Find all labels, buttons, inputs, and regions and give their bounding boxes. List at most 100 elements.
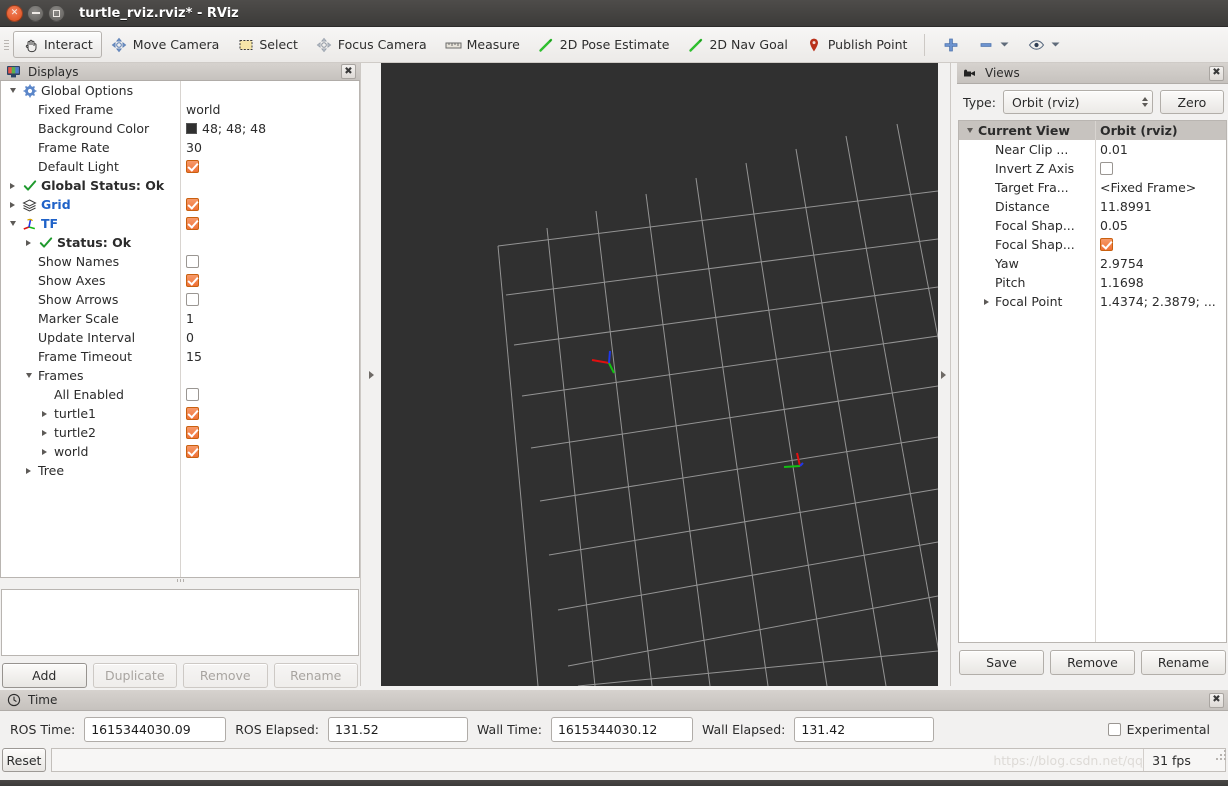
toolbar-grip[interactable]: [2, 34, 11, 56]
row-value-cell[interactable]: [180, 217, 199, 230]
row-checkbox[interactable]: [186, 388, 199, 401]
ros-elapsed-field[interactable]: 131.52: [327, 717, 468, 742]
row-checkbox[interactable]: [1100, 238, 1113, 251]
tool-visibility[interactable]: [1019, 31, 1070, 58]
tool-select[interactable]: Select: [228, 31, 307, 58]
row-value-cell[interactable]: world: [180, 102, 220, 117]
row-value-cell[interactable]: 30: [180, 140, 202, 155]
close-icon[interactable]: ✖: [1209, 692, 1224, 708]
expand-arrow-down-icon[interactable]: [23, 370, 34, 381]
tool-add-panel[interactable]: [933, 31, 968, 58]
row-value-cell[interactable]: 0.01: [1095, 142, 1128, 157]
experimental-checkbox[interactable]: [1107, 723, 1121, 736]
displays-tree-row[interactable]: turtle1: [1, 404, 359, 423]
chevron-down-icon[interactable]: [1050, 36, 1061, 53]
views-tree-row[interactable]: Distance 11.8991: [959, 197, 1226, 216]
view-type-combo[interactable]: Orbit (rviz): [1002, 90, 1153, 114]
displays-tree-row[interactable]: Global Status: Ok: [1, 176, 359, 195]
expand-arrow-right-icon[interactable]: [981, 296, 992, 307]
row-value-cell[interactable]: 0: [180, 330, 194, 345]
close-icon[interactable]: ✖: [341, 64, 356, 79]
row-value-cell[interactable]: 1.1698: [1095, 275, 1144, 290]
tool-remove-panel[interactable]: [968, 31, 1019, 58]
expand-arrow-down-icon[interactable]: [964, 125, 975, 136]
row-value-cell[interactable]: 1: [180, 311, 194, 326]
displays-tree-row[interactable]: Status: Ok: [1, 233, 359, 252]
row-value-cell[interactable]: [180, 160, 199, 173]
add-button[interactable]: Add: [2, 663, 87, 688]
row-value-cell[interactable]: [180, 388, 199, 401]
collapse-left-panel-handle[interactable]: [366, 63, 377, 686]
row-value-cell[interactable]: [180, 407, 199, 420]
views-remove-button[interactable]: Remove: [1050, 650, 1135, 675]
collapse-right-panel-handle[interactable]: [938, 63, 949, 686]
displays-tree-row[interactable]: Background Color 48; 48; 48: [1, 119, 359, 138]
minimize-icon[interactable]: [27, 4, 44, 22]
experimental-toggle[interactable]: Experimental: [1107, 722, 1220, 737]
displays-tree-row[interactable]: Update Interval 0: [1, 328, 359, 347]
views-tree[interactable]: Current View Orbit (rviz) Near Clip ... 0.0…: [958, 120, 1227, 643]
row-value-cell[interactable]: 15: [180, 349, 202, 364]
displays-tree-row[interactable]: Fixed Frame world: [1, 100, 359, 119]
tool-publish-point[interactable]: Publish Point: [797, 31, 917, 58]
displays-tree-row[interactable]: Tree: [1, 461, 359, 480]
spinner-arrows-icon[interactable]: [1141, 97, 1148, 107]
row-value-cell[interactable]: [180, 293, 199, 306]
ros-time-field[interactable]: 1615344030.09: [84, 717, 227, 742]
panel-splitter[interactable]: [0, 578, 360, 583]
close-icon[interactable]: ✕: [6, 4, 23, 22]
row-checkbox[interactable]: [186, 217, 199, 230]
wall-elapsed-field[interactable]: 131.42: [794, 717, 935, 742]
displays-tree-row[interactable]: Frame Timeout 15: [1, 347, 359, 366]
displays-tree-row[interactable]: Show Axes: [1, 271, 359, 290]
row-value-cell[interactable]: 2.9754: [1095, 256, 1144, 271]
row-value-cell[interactable]: 11.8991: [1095, 199, 1152, 214]
expand-arrow-down-icon[interactable]: [7, 218, 18, 229]
row-value-cell[interactable]: [180, 198, 199, 211]
row-checkbox[interactable]: [186, 274, 199, 287]
row-value-cell[interactable]: [180, 274, 199, 287]
close-icon[interactable]: ✖: [1209, 65, 1224, 81]
row-value-cell[interactable]: <Fixed Frame>: [1095, 180, 1196, 195]
row-checkbox[interactable]: [186, 426, 199, 439]
displays-tree-row[interactable]: Show Names: [1, 252, 359, 271]
row-checkbox[interactable]: [186, 160, 199, 173]
displays-tree-row[interactable]: Frame Rate 30: [1, 138, 359, 157]
row-value-cell[interactable]: [1095, 238, 1113, 251]
expand-arrow-right-icon[interactable]: [39, 408, 50, 419]
render-viewport-3d[interactable]: [381, 63, 938, 686]
expand-arrow-down-icon[interactable]: [7, 85, 18, 96]
row-checkbox[interactable]: [186, 255, 199, 268]
views-rename-button[interactable]: Rename: [1141, 650, 1226, 675]
displays-tree-row[interactable]: Default Light: [1, 157, 359, 176]
row-checkbox[interactable]: [186, 445, 199, 458]
views-tree-row[interactable]: Yaw 2.9754: [959, 254, 1226, 273]
zero-button[interactable]: Zero: [1159, 90, 1224, 114]
displays-tree-row[interactable]: All Enabled: [1, 385, 359, 404]
displays-tree-row[interactable]: Marker Scale 1: [1, 309, 359, 328]
row-checkbox[interactable]: [186, 198, 199, 211]
row-value-cell[interactable]: [180, 426, 199, 439]
chevron-down-icon[interactable]: [999, 36, 1010, 53]
reset-button[interactable]: Reset: [2, 748, 46, 772]
displays-tree-row[interactable]: world: [1, 442, 359, 461]
expand-arrow-right-icon[interactable]: [23, 465, 34, 476]
resize-grip[interactable]: [1214, 748, 1226, 760]
tool-measure[interactable]: Measure: [436, 31, 529, 58]
row-value-cell[interactable]: 48; 48; 48: [180, 121, 266, 136]
row-checkbox[interactable]: [186, 293, 199, 306]
row-value-cell[interactable]: 0.05: [1095, 218, 1128, 233]
expand-arrow-right-icon[interactable]: [23, 237, 34, 248]
views-tree-row[interactable]: Near Clip ... 0.01: [959, 140, 1226, 159]
tool-2d-nav-goal[interactable]: 2D Nav Goal: [678, 31, 796, 58]
views-tree-row[interactable]: Target Fra... <Fixed Frame>: [959, 178, 1226, 197]
views-tree-row[interactable]: Pitch 1.1698: [959, 273, 1226, 292]
row-checkbox[interactable]: [186, 407, 199, 420]
displays-tree[interactable]: Global Options Fixed Frame world Background…: [0, 81, 360, 578]
displays-tree-row[interactable]: turtle2: [1, 423, 359, 442]
tool-focus-camera[interactable]: Focus Camera: [307, 31, 436, 58]
row-value-cell[interactable]: [1095, 162, 1113, 175]
views-tree-row[interactable]: Focal Point 1.4374; 2.3879; ...: [959, 292, 1226, 311]
expand-arrow-right-icon[interactable]: [39, 446, 50, 457]
displays-tree-row[interactable]: TF: [1, 214, 359, 233]
